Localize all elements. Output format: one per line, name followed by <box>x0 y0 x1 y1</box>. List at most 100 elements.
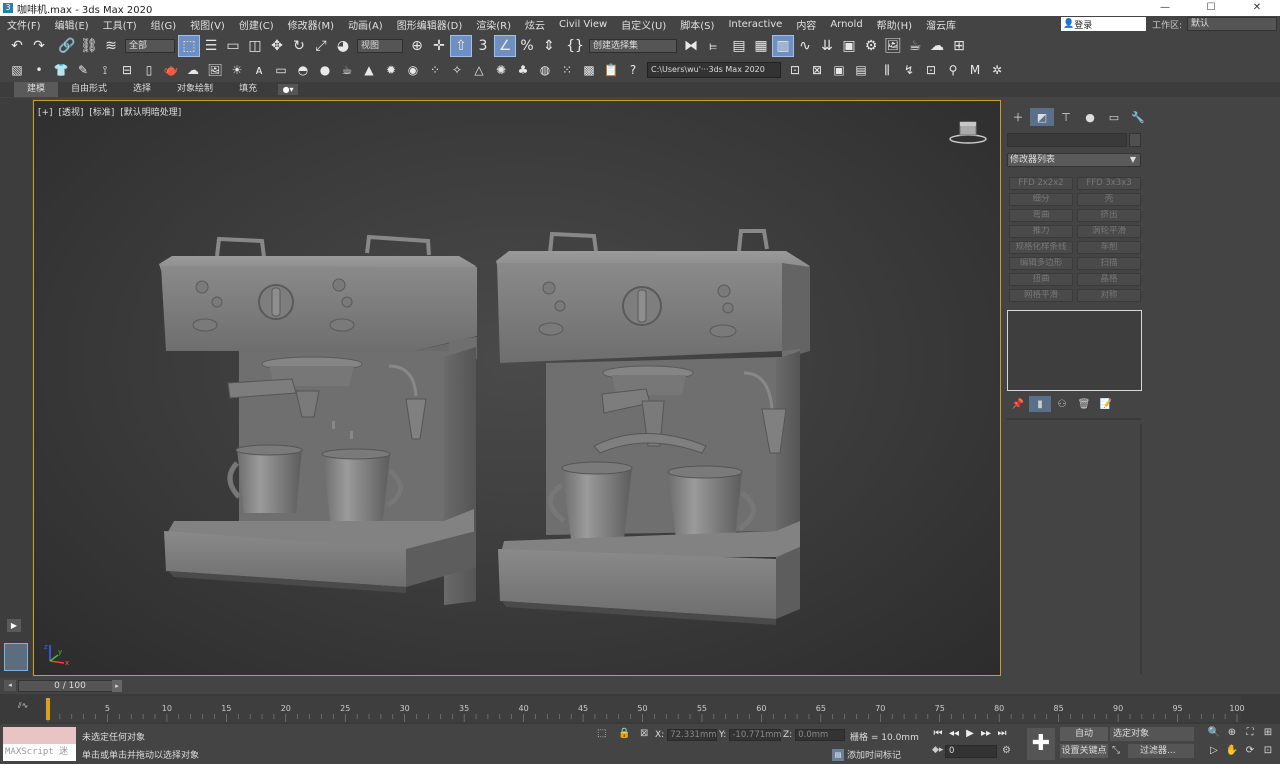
modifier-button[interactable]: 推力 <box>1009 225 1073 238</box>
track-bar-ruler[interactable]: 0510152025303540455055606570758085909510… <box>0 694 1280 724</box>
disc-icon[interactable]: ◉ <box>402 59 424 81</box>
cloud-icon[interactable]: ☁ <box>182 59 204 81</box>
viewport-layout-thumbnail[interactable] <box>4 643 28 671</box>
modify-tab-icon[interactable]: ◩ <box>1030 108 1054 126</box>
track-bar-menu-icon[interactable]: ⫽∿ <box>17 701 28 710</box>
page-icon[interactable]: ▯ <box>138 59 160 81</box>
sun-bulb-icon[interactable]: ☀ <box>226 59 248 81</box>
close-button[interactable]: ✕ <box>1234 0 1280 16</box>
current-frame-marker[interactable] <box>46 698 50 720</box>
shirt-icon[interactable]: 👕 <box>50 59 72 81</box>
rect-selection-icon[interactable]: ▭ <box>222 35 244 57</box>
maxscript-listener-input[interactable]: MAXScript 迷 <box>3 744 76 761</box>
dot-icon[interactable]: • <box>28 59 50 81</box>
modifier-list-select[interactable]: 修改器列表 ▼ <box>1007 153 1141 167</box>
menu-graph-editors[interactable]: 图形编辑器(D) <box>390 17 470 32</box>
unlink-icon[interactable]: ⛓ <box>78 35 100 57</box>
maximize-viewport-icon[interactable]: ⊡ <box>1259 745 1277 759</box>
menu-customize[interactable]: 自定义(U) <box>614 17 673 32</box>
ribbon-options-icon[interactable]: ●▾ <box>278 84 299 95</box>
auto-key-button[interactable]: 自动 <box>1060 727 1108 741</box>
menu-civil-view[interactable]: Civil View <box>552 19 614 30</box>
plugin-a-icon[interactable]: ⫼ <box>876 59 898 81</box>
key-mode-toggle-icon[interactable]: ◆▸ <box>932 745 943 755</box>
brush-icon[interactable]: ✎ <box>72 59 94 81</box>
color-box-icon[interactable]: ▩ <box>578 59 600 81</box>
time-slider[interactable]: 0 / 100 <box>18 680 122 692</box>
orbit-icon[interactable]: ⟳ <box>1241 745 1259 759</box>
configure-sets-icon[interactable]: 📝 <box>1095 396 1117 412</box>
scene-explorer-icon[interactable]: ▤ <box>728 35 750 57</box>
set-key-icon[interactable]: ✚ <box>1027 728 1055 760</box>
render-setup-icon[interactable]: ⚙ <box>860 35 882 57</box>
folder-set-icon[interactable]: ⊠ <box>806 59 828 81</box>
rotate-icon[interactable]: ↻ <box>288 35 310 57</box>
go-to-end-icon[interactable]: ⏭ <box>994 727 1010 741</box>
render-icon[interactable]: ☕ <box>904 35 926 57</box>
menu-liuyunku[interactable]: 溜云库 <box>919 17 963 32</box>
link-icon[interactable]: 🔗 <box>56 35 78 57</box>
modifier-button[interactable]: 细分 <box>1009 193 1073 206</box>
menu-create[interactable]: 创建(C) <box>232 17 281 32</box>
bind-spacewarp-icon[interactable]: ≋ <box>100 35 122 57</box>
expand-layout-icon[interactable]: ▶ <box>7 619 21 632</box>
align-icon[interactable]: ⫢ <box>702 35 724 57</box>
folder-open-icon[interactable]: ▣ <box>828 59 850 81</box>
hierarchy-tab-icon[interactable]: ⊤ <box>1054 108 1078 126</box>
placement-icon[interactable]: ◕ <box>332 35 354 57</box>
undo-icon[interactable]: ↶ <box>6 35 28 57</box>
plugin-d-icon[interactable]: ⚲ <box>942 59 964 81</box>
zoom-extents-all-icon[interactable]: ⊞ <box>1259 727 1277 741</box>
named-selection-select[interactable]: 创建选择集 <box>589 39 677 53</box>
utilities-tab-icon[interactable]: 🔧 <box>1126 108 1150 126</box>
box-primitive-icon[interactable]: ▭ <box>270 59 292 81</box>
pin-stack-icon[interactable]: 📌 <box>1007 396 1029 412</box>
material-editor-icon[interactable]: ▣ <box>838 35 860 57</box>
selection-lock-icon[interactable]: 🔒 <box>618 728 630 739</box>
key-filters-button[interactable]: 过滤器... <box>1128 744 1194 758</box>
help-icon[interactable]: ? <box>622 59 644 81</box>
scale-icon[interactable]: ⤢ <box>310 35 332 57</box>
absolute-mode-icon[interactable]: ⊠ <box>640 728 648 739</box>
menu-interactive[interactable]: Interactive <box>721 19 789 30</box>
field-of-view-icon[interactable]: ▷ <box>1205 745 1223 759</box>
redo-icon[interactable]: ↷ <box>28 35 50 57</box>
selection-filter-select[interactable]: 全部 <box>125 39 175 53</box>
go-to-start-icon[interactable]: ⏮ <box>930 727 946 741</box>
tab-selection[interactable]: 选择 <box>120 82 164 97</box>
modifier-button[interactable]: 挤出 <box>1077 209 1141 222</box>
coord-y-field[interactable]: -10.771mm <box>729 729 782 741</box>
object-color-swatch[interactable] <box>1129 133 1141 147</box>
pan-icon[interactable]: ✋ <box>1223 745 1241 759</box>
picture-icon[interactable]: 🖼 <box>204 59 226 81</box>
show-end-result-icon[interactable]: ▮ <box>1029 396 1051 412</box>
angle-snap-icon[interactable]: ∠ <box>494 35 516 57</box>
modifier-button[interactable]: FFD 3x3x3 <box>1077 177 1141 190</box>
move-icon[interactable]: ✥ <box>266 35 288 57</box>
select-object-icon[interactable]: ⬚ <box>178 35 200 57</box>
pivot-center-icon[interactable]: ⊕ <box>406 35 428 57</box>
menu-rendering[interactable]: 渲染(R) <box>469 17 518 32</box>
time-slider-prev-icon[interactable]: ◂ <box>4 680 16 691</box>
plugin-m-icon[interactable]: M <box>964 59 986 81</box>
motion-tab-icon[interactable]: ● <box>1078 108 1102 126</box>
text-icon[interactable]: ᴀ <box>248 59 270 81</box>
menu-arnold[interactable]: Arnold <box>823 19 869 30</box>
menu-group[interactable]: 组(G) <box>144 17 184 32</box>
spray-icon[interactable]: ✧ <box>446 59 468 81</box>
schematic-view-icon[interactable]: ⇊ <box>816 35 838 57</box>
zoom-icon[interactable]: 🔍 <box>1205 727 1223 741</box>
modifier-button[interactable]: 车削 <box>1077 241 1141 254</box>
project-path-field[interactable]: C:\Users\wu'···3ds Max 2020 <box>647 62 781 78</box>
zoom-all-icon[interactable]: ⊕ <box>1223 727 1241 741</box>
modifier-button[interactable]: 弯曲 <box>1009 209 1073 222</box>
rendered-frame-icon[interactable]: 🖼 <box>882 35 904 57</box>
menu-tools[interactable]: 工具(T) <box>96 17 144 32</box>
modifier-button[interactable]: 扫描 <box>1077 257 1141 270</box>
tab-freeform[interactable]: 自由形式 <box>58 82 120 97</box>
plugin-e-icon[interactable]: ✲ <box>986 59 1008 81</box>
perspective-viewport[interactable]: [+] [透视] [标准] [默认明暗处理] z x y <box>33 100 1001 676</box>
ribbon-toggle-icon[interactable]: ▥ <box>772 35 794 57</box>
zoom-extents-icon[interactable]: ⛶ <box>1241 727 1259 741</box>
plugin-c-icon[interactable]: ⊡ <box>920 59 942 81</box>
